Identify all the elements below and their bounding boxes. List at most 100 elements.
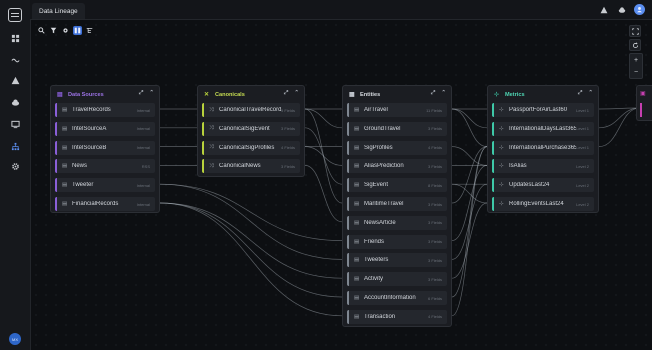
row-badge: 4 Fields [427,314,442,320]
row-name: FinancialRecords [72,201,119,207]
node-row[interactable]: ▤ Activity 3 Fields [347,272,447,287]
row-color-bar [347,121,349,136]
row-name: Activity [364,276,384,283]
row-color-bar [347,253,349,268]
node-row[interactable]: ⊹ RollingEventsLast24 Level 2 [492,197,594,211]
node-entities[interactable]: ▦ Entities ⤢ ⌃ ▤ AirTravel 11 Fields ▤ Ground… [342,85,452,327]
node-row[interactable]: ▤ AirTravel 11 Fields [347,103,447,117]
alert-icon[interactable] [598,4,609,15]
cloud-status-icon[interactable] [616,4,627,15]
row-icon: ▤ [354,295,360,301]
node-row[interactable]: ⊹ PassportForAirLast60 Level 1 [492,103,594,117]
row-badge: 3 Fields [427,276,442,282]
row-color-bar [202,159,204,174]
settings-icon[interactable] [61,26,70,35]
layout-icon[interactable] [73,26,82,35]
node-row[interactable]: ▤ GroundTravel 3 Fields [347,121,447,136]
expand-icon[interactable]: ⤢ [139,90,143,97]
node-data-sources[interactable]: ▤ Data Sources ⤢ ⌃ ▤ TravelRecords Internal… [50,85,160,213]
node-row[interactable]: ▤ SigProfiles 4 Fields [347,140,447,155]
row-color-bar [347,103,349,117]
node-row[interactable]: ⊹ IsAlias Level 2 [492,159,594,174]
avatar[interactable]: MX [9,333,21,345]
row-icon: ▤ [354,219,360,226]
node-header: ▦ Entities ⤢ ⌃ [343,86,451,103]
monitor-icon[interactable] [0,117,30,131]
gear-icon[interactable] [0,159,30,173]
row-badge: Internal [136,126,150,132]
node-row[interactable]: ▤ IntelSourceA Internal [55,121,155,136]
search-icon[interactable] [37,26,46,35]
row-badge: 3 Fields [427,201,442,207]
row-color-bar [347,234,349,249]
row-color-bar [55,159,57,174]
tab-data-lineage[interactable]: Data Lineage [32,3,85,19]
node-row[interactable]: ▤ NewsArticle 3 Fields [347,215,447,230]
lineage-icon[interactable] [0,139,30,153]
filter-icon[interactable] [49,26,58,35]
expand-icon[interactable]: ⤢ [431,90,435,97]
row-icon: ⊹ [499,182,504,189]
cloud-icon[interactable] [0,95,30,109]
row-color-bar [347,272,349,287]
row-icon: ▤ [354,313,360,320]
node-row[interactable]: ▤ Transaction 4 Fields [347,309,447,324]
node-row[interactable]: ▤ IntelSourceB Internal [55,140,155,155]
collapse-icon[interactable]: ⌃ [149,90,154,97]
row-name: NewsArticle [364,219,396,226]
grid-icon[interactable] [0,31,30,45]
row-name: IntelSourceB [72,144,107,151]
node-header: ✕ Canonicals ⤢ ⌃ [198,86,304,103]
node-canonicals[interactable]: ✕ Canonicals ⤢ ⌃ ⤨ CanonicalTravelRecords 9… [197,85,305,177]
node-row[interactable]: ⤨ CanonicalNews 3 Fields [202,159,300,174]
flow-icon[interactable] [0,53,30,67]
node-row[interactable]: ▤ MaritimeTravel 3 Fields [347,197,447,211]
row-badge: Level 2 [576,182,589,188]
row-name: AirTravel [364,107,388,113]
warning-icon[interactable] [0,73,30,87]
node-metrics[interactable]: ⊹ Metrics ⤢ ⌃ ⊹ PassportForAirLast60 Level … [487,85,599,213]
hierarchy-icon[interactable] [85,26,94,35]
node-row[interactable]: ▤ News RSS [55,159,155,174]
row-color-bar [492,121,494,136]
row-icon: ⊹ [499,125,504,132]
row-icon: ⤨ [209,144,214,151]
node-row[interactable]: ⊹ UpdatesLast24 Level 2 [492,178,594,193]
row-badge: Level 2 [576,201,589,207]
node-row[interactable]: ⤨ CanonicalSigProfiles 4 Fields [202,140,300,155]
row-icon: ▤ [354,163,360,170]
node-row[interactable]: ▤ Tweeter Internal [55,178,155,193]
node-row[interactable]: ▤ Tweeters 3 Fields [347,253,447,268]
node-row[interactable]: ▤ TravelRecords Internal [55,103,155,117]
node-row[interactable]: ▤ SigEvent 8 Fields [347,178,447,193]
node-offscreen-partial[interactable]: ▣ [636,85,652,121]
collapse-icon[interactable]: ⌃ [441,90,446,97]
row-badge: 3 Fields [427,126,442,132]
zoom-out-icon[interactable]: − [630,66,642,78]
node-row[interactable]: ⊹ InternationalPurchase365 Level 1 [492,140,594,155]
partial-node-row[interactable] [640,103,642,117]
fit-view-icon[interactable] [629,25,641,37]
node-row[interactable]: ⊹ InternationalDaysLast365 Level 1 [492,121,594,136]
collapse-icon[interactable]: ⌃ [588,90,593,97]
node-row[interactable]: ⤨ CanonicalSigEvent 3 Fields [202,121,300,136]
user-icon[interactable] [634,4,645,15]
row-name: Tweeter [72,182,94,189]
row-name: CanonicalNews [219,163,261,170]
collapse-icon[interactable]: ⌃ [294,90,299,97]
top-bar: Data Lineage [30,0,652,20]
node-row[interactable]: ▤ AccountInformation 6 Fields [347,291,447,305]
node-row[interactable]: ⤨ CanonicalTravelRecords 9 Fields [202,103,300,117]
expand-icon[interactable]: ⤢ [578,90,582,97]
node-row[interactable]: ▤ AliasPrediction 3 Fields [347,159,447,174]
node-row[interactable]: ▤ Friends 3 Fields [347,234,447,249]
row-name: CanonicalSigEvent [219,125,270,132]
row-badge: 3 Fields [280,126,295,132]
reset-view-icon[interactable] [629,39,641,51]
zoom-in-icon[interactable]: + [630,54,642,66]
canvas-toolbar [37,26,94,38]
node-row[interactable]: ▤ FinancialRecords Internal [55,197,155,211]
app-logo-icon[interactable] [8,8,22,22]
expand-icon[interactable]: ⤢ [284,90,288,97]
row-name: AliasPrediction [364,163,404,170]
